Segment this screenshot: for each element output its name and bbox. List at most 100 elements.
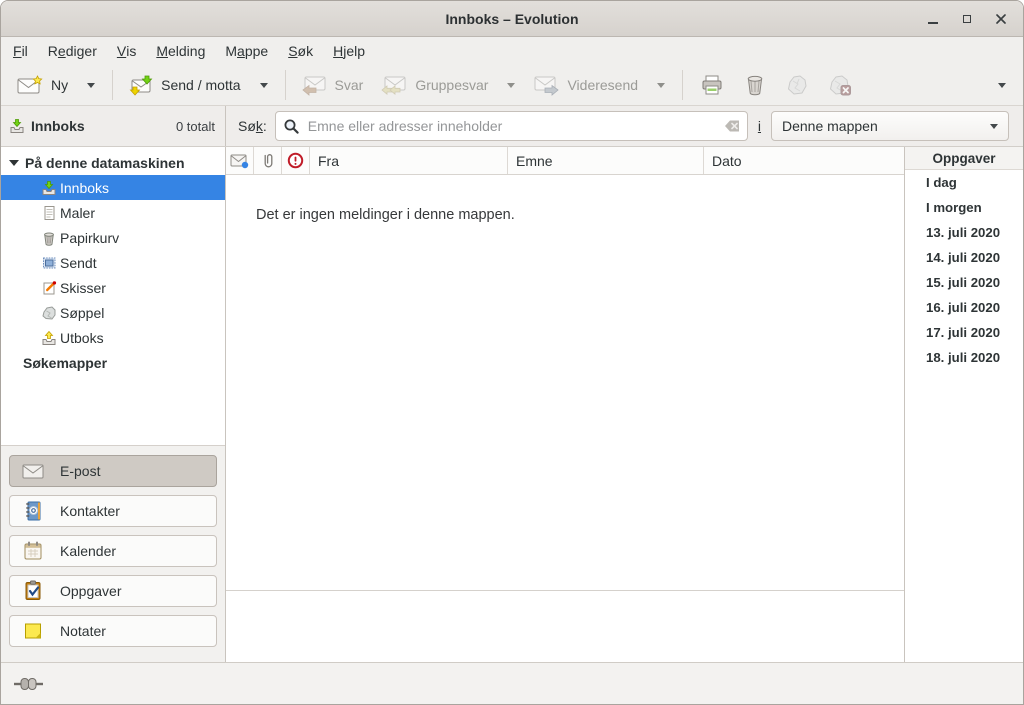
switcher-label: Kalender bbox=[60, 543, 116, 559]
forward-label: Videresend bbox=[567, 77, 638, 93]
column-status[interactable] bbox=[226, 147, 254, 174]
toolbar-separator bbox=[112, 70, 113, 100]
column-from[interactable]: Fra bbox=[310, 147, 508, 174]
maximize-button[interactable] bbox=[957, 9, 977, 29]
close-icon bbox=[995, 13, 1007, 25]
send-receive-button[interactable]: Send / motta bbox=[121, 69, 248, 101]
not-junk-icon bbox=[828, 74, 852, 96]
delete-button[interactable] bbox=[735, 69, 775, 101]
send-receive-icon bbox=[129, 75, 153, 96]
task-list-item[interactable]: 13. juli 2020 bbox=[905, 220, 1023, 245]
column-priority[interactable] bbox=[282, 147, 310, 174]
task-list-item[interactable]: I morgen bbox=[905, 195, 1023, 220]
menu-rediger[interactable]: Rediger bbox=[38, 37, 107, 65]
folder-label: Utboks bbox=[60, 330, 104, 346]
switcher-contacts-button[interactable]: Kontakter bbox=[9, 495, 217, 527]
junk-icon bbox=[41, 305, 57, 321]
folder-item-innboks[interactable]: Innboks bbox=[1, 175, 225, 200]
message-list[interactable]: Det er ingen meldinger i denne mappen. bbox=[226, 175, 904, 590]
column-date-label: Dato bbox=[712, 153, 742, 169]
window-title: Innboks – Evolution bbox=[1, 11, 1023, 27]
group-reply-icon bbox=[381, 75, 407, 96]
switcher-memos-button[interactable]: Notater bbox=[9, 615, 217, 647]
switcher-label: Oppgaver bbox=[60, 583, 121, 599]
menu-label: R bbox=[48, 43, 58, 59]
search-input[interactable] bbox=[275, 111, 748, 141]
expander-triangle-icon[interactable] bbox=[9, 160, 19, 166]
menu-vis[interactable]: Vis bbox=[107, 37, 146, 65]
folder-label: Sendt bbox=[60, 255, 97, 271]
new-message-dropdown[interactable] bbox=[78, 69, 104, 101]
menu-mappe[interactable]: Mappe bbox=[215, 37, 278, 65]
new-message-button[interactable]: Ny bbox=[9, 69, 76, 101]
folder-item-maler[interactable]: Maler bbox=[1, 200, 225, 225]
folder-item-soppel[interactable]: Søppel bbox=[1, 300, 225, 325]
task-list-item[interactable]: 16. juli 2020 bbox=[905, 295, 1023, 320]
evolution-window: Innboks – Evolution Fil Rediger Vis Meld… bbox=[0, 0, 1024, 705]
menu-label: V bbox=[117, 43, 126, 59]
folder-item-sendt[interactable]: Sendt bbox=[1, 250, 225, 275]
important-icon bbox=[287, 152, 304, 169]
folder-label: Skisser bbox=[60, 280, 106, 296]
close-button[interactable] bbox=[991, 9, 1011, 29]
column-subject[interactable]: Emne bbox=[508, 147, 704, 174]
clear-search-icon[interactable] bbox=[724, 118, 741, 134]
menu-sok[interactable]: Søk bbox=[278, 37, 323, 65]
task-list-item[interactable]: 14. juli 2020 bbox=[905, 245, 1023, 270]
message-list-header: Fra Emne Dato bbox=[226, 147, 904, 175]
search-box bbox=[275, 111, 748, 141]
menu-label: is bbox=[126, 43, 136, 59]
folder-group-label: Søkemapper bbox=[23, 355, 107, 371]
print-button[interactable] bbox=[691, 69, 733, 101]
folder-group-search-folders[interactable]: Søkemapper bbox=[1, 350, 225, 375]
menu-label: il bbox=[22, 43, 28, 59]
menu-hjelp[interactable]: Hjelp bbox=[323, 37, 375, 65]
forward-button: Videresend bbox=[526, 69, 646, 101]
search-icon bbox=[283, 118, 300, 135]
search-scope-dropdown[interactable]: Denne mappen bbox=[771, 111, 1009, 141]
minimize-button[interactable] bbox=[923, 9, 943, 29]
send-receive-dropdown[interactable] bbox=[251, 69, 277, 101]
search-label-part: Sø bbox=[238, 118, 256, 134]
menu-label: diger bbox=[66, 43, 97, 59]
task-list-item[interactable]: 17. juli 2020 bbox=[905, 320, 1023, 345]
column-date[interactable]: Dato bbox=[704, 147, 904, 174]
online-status-plug-icon bbox=[13, 676, 49, 692]
toolbar-overflow-button[interactable] bbox=[989, 69, 1015, 101]
menu-fil[interactable]: Fil bbox=[3, 37, 38, 65]
task-list-item[interactable]: 15. juli 2020 bbox=[905, 270, 1023, 295]
chevron-down-icon bbox=[657, 83, 665, 88]
view-switcher: E-post Kontakter bbox=[1, 445, 225, 662]
search-area: Søk: i Denne mappen bbox=[226, 106, 1023, 146]
titlebar: Innboks – Evolution bbox=[1, 1, 1023, 37]
folder-label: Innboks bbox=[60, 180, 109, 196]
switcher-label: Kontakter bbox=[60, 503, 120, 519]
not-junk-button bbox=[819, 69, 861, 101]
menu-melding[interactable]: Melding bbox=[146, 37, 215, 65]
folder-group-on-this-computer[interactable]: På denne datamaskinen bbox=[1, 150, 225, 175]
folder-item-utboks[interactable]: Utboks bbox=[1, 325, 225, 350]
folder-group-label: På denne datamaskinen bbox=[25, 155, 185, 171]
search-label-part: k bbox=[256, 118, 263, 134]
inbox-icon bbox=[9, 118, 25, 134]
group-reply-dropdown bbox=[498, 69, 524, 101]
group-reply-button: Gruppesvar bbox=[373, 69, 496, 101]
folder-item-skisser[interactable]: Skisser bbox=[1, 275, 225, 300]
switcher-mail-button[interactable]: E-post bbox=[9, 455, 217, 487]
tasks-pane-header[interactable]: Oppgaver bbox=[905, 147, 1023, 170]
column-attachment[interactable] bbox=[254, 147, 282, 174]
outbox-icon bbox=[41, 330, 57, 346]
menu-label: F bbox=[13, 43, 22, 59]
task-list-item[interactable]: I dag bbox=[905, 170, 1023, 195]
folder-label: Papirkurv bbox=[60, 230, 119, 246]
switcher-tasks-button[interactable]: Oppgaver bbox=[9, 575, 217, 607]
folder-label: Maler bbox=[60, 205, 95, 221]
folder-item-papirkurv[interactable]: Papirkurv bbox=[1, 225, 225, 250]
menu-label: a bbox=[237, 43, 245, 59]
task-list-item[interactable]: 18. juli 2020 bbox=[905, 345, 1023, 370]
switcher-calendar-button[interactable]: Kalender bbox=[9, 535, 217, 567]
chevron-down-icon bbox=[260, 83, 268, 88]
column-from-label: Fra bbox=[318, 153, 339, 169]
search-scope-connector: i bbox=[758, 118, 761, 134]
reply-button: Svar bbox=[294, 69, 372, 101]
